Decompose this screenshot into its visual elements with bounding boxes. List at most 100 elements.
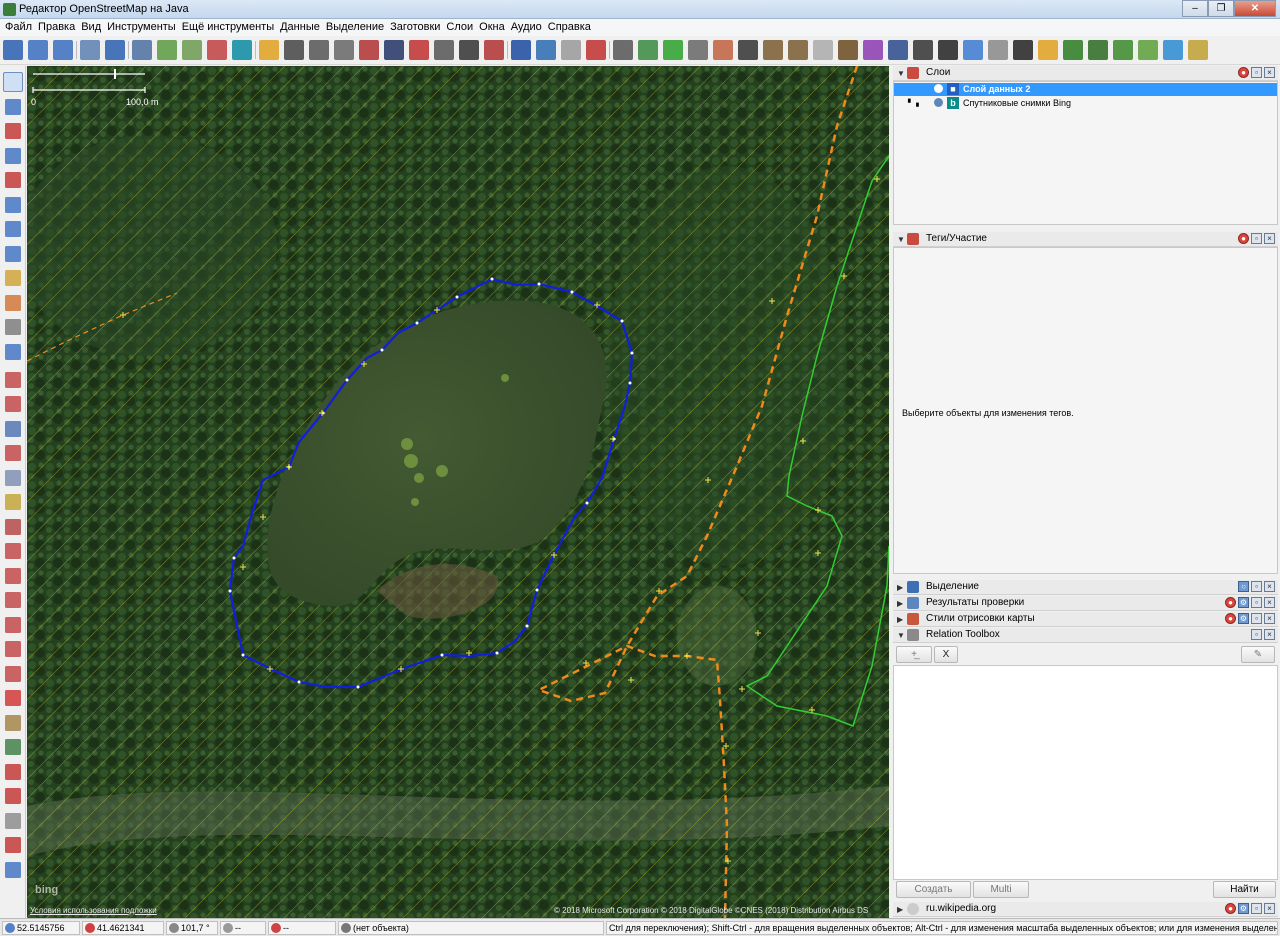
panel-close-icon[interactable]: ● bbox=[1225, 613, 1236, 624]
download-icon[interactable] bbox=[28, 40, 48, 60]
barcode-toggle-icon[interactable] bbox=[5, 837, 21, 853]
relation-toggle-icon[interactable] bbox=[5, 592, 21, 608]
draw-tool-icon[interactable] bbox=[5, 123, 21, 139]
map-canvas[interactable] bbox=[27, 66, 889, 918]
parallel-icon[interactable] bbox=[5, 221, 21, 237]
panel-minimize-icon[interactable]: ▫ bbox=[1251, 233, 1262, 244]
history-toggle-icon[interactable] bbox=[5, 469, 21, 486]
validation-panel-header[interactable]: ▶ Результаты проверки ● ⚙ ▫ × bbox=[893, 596, 1278, 611]
globe-icon[interactable] bbox=[536, 40, 556, 60]
eye-icon[interactable] bbox=[934, 98, 943, 107]
phone-icon[interactable] bbox=[738, 40, 758, 60]
panel-settings-icon[interactable]: ○ bbox=[1238, 581, 1249, 592]
panel-minimize-icon[interactable]: ▫ bbox=[1251, 903, 1262, 914]
select-tool-icon[interactable] bbox=[3, 72, 23, 92]
split-icon[interactable] bbox=[5, 245, 21, 262]
bing-icon[interactable] bbox=[232, 40, 252, 60]
panel-detach-icon[interactable]: × bbox=[1264, 67, 1275, 78]
board-icon[interactable] bbox=[638, 40, 658, 60]
multi-button[interactable]: Multi bbox=[973, 881, 1029, 898]
panel-minimize-icon[interactable]: ▫ bbox=[1251, 629, 1262, 640]
cart-icon[interactable] bbox=[863, 40, 883, 60]
expand-arrow-icon[interactable]: ▶ bbox=[897, 599, 903, 608]
wms-toggle-icon[interactable] bbox=[5, 714, 21, 731]
panel-minimize-icon[interactable]: ▫ bbox=[1251, 581, 1262, 592]
water-icon[interactable] bbox=[1163, 40, 1183, 60]
panel-settings-icon[interactable]: ⚙ bbox=[1238, 903, 1249, 914]
panel-settings-icon[interactable]: ⚙ bbox=[1238, 613, 1249, 624]
person-icon[interactable] bbox=[1013, 40, 1033, 60]
railway-icon[interactable] bbox=[384, 40, 404, 60]
menu-edit[interactable]: Правка bbox=[35, 19, 78, 36]
panel-close-icon[interactable]: ● bbox=[1238, 233, 1249, 244]
circle-icon[interactable] bbox=[561, 40, 581, 60]
pencil-icon[interactable] bbox=[5, 294, 21, 311]
panel-detach-icon[interactable]: × bbox=[1264, 629, 1275, 640]
route-toggle-icon[interactable] bbox=[5, 739, 21, 755]
panel-close-icon[interactable]: ● bbox=[1225, 903, 1236, 914]
panel-detach-icon[interactable]: × bbox=[1264, 597, 1275, 608]
upload-icon[interactable] bbox=[53, 40, 73, 60]
more-tools-icon[interactable] bbox=[5, 343, 21, 360]
menu-audio[interactable]: Аудио bbox=[508, 19, 545, 36]
map-view[interactable]: 0 100,0 m bing Условия использования под… bbox=[27, 66, 889, 918]
lasso-tool-icon[interactable] bbox=[5, 98, 21, 115]
panel-minimize-icon[interactable]: ▫ bbox=[1251, 597, 1262, 608]
forest-icon[interactable] bbox=[1088, 40, 1108, 60]
menu-windows[interactable]: Окна bbox=[476, 19, 508, 36]
menu-presets[interactable]: Заготовки bbox=[387, 19, 443, 36]
panel-close-icon[interactable]: ● bbox=[1238, 67, 1249, 78]
panel-minimize-icon[interactable]: ▫ bbox=[1251, 613, 1262, 624]
sign-icon[interactable] bbox=[963, 40, 983, 60]
panel-detach-icon[interactable]: × bbox=[1264, 613, 1275, 624]
close-button[interactable]: ✕ bbox=[1234, 0, 1276, 17]
wms-icon[interactable] bbox=[157, 40, 177, 60]
menu-tools[interactable]: Инструменты bbox=[104, 19, 179, 36]
clip-icon[interactable] bbox=[988, 40, 1008, 60]
collapse-arrow-icon[interactable]: ▼ bbox=[897, 69, 905, 78]
expand-arrow-icon[interactable]: ▶ bbox=[897, 615, 903, 624]
tags-toggle-icon[interactable] bbox=[5, 396, 21, 412]
tags-panel-header[interactable]: ▼ Теги/Участие ● ▫ × bbox=[893, 232, 1278, 247]
conflict-toggle-icon[interactable] bbox=[5, 543, 21, 559]
style-toggle-icon[interactable] bbox=[5, 616, 21, 633]
zoom-tool-icon[interactable] bbox=[5, 147, 21, 164]
castle-icon[interactable] bbox=[763, 40, 783, 60]
layer-row-bing[interactable]: ▘▗ b Спутниковые снимки Bing bbox=[894, 97, 1277, 110]
plant-icon[interactable] bbox=[1113, 40, 1133, 60]
layer-toggle-icon[interactable] bbox=[5, 371, 21, 388]
expand-arrow-icon[interactable]: ▶ bbox=[897, 905, 903, 914]
preferences-icon[interactable] bbox=[132, 40, 152, 60]
road-icon[interactable] bbox=[284, 40, 304, 60]
fork-icon[interactable] bbox=[838, 40, 858, 60]
panel-detach-icon[interactable]: × bbox=[1264, 903, 1275, 914]
terms-of-use-link[interactable]: Условия использования подложки bbox=[30, 906, 157, 915]
panel-detach-icon[interactable]: × bbox=[1264, 581, 1275, 592]
flag-icon[interactable] bbox=[586, 40, 606, 60]
bowl-icon[interactable] bbox=[688, 40, 708, 60]
menu-layers[interactable]: Слои bbox=[443, 19, 476, 36]
panel-minimize-icon[interactable]: ▫ bbox=[1251, 67, 1262, 78]
panel-close-icon[interactable]: ● bbox=[1225, 597, 1236, 608]
info-icon[interactable] bbox=[511, 40, 531, 60]
box-icon[interactable] bbox=[913, 40, 933, 60]
relation-add-button[interactable]: +̲ bbox=[896, 646, 932, 663]
car-icon[interactable] bbox=[459, 40, 479, 60]
panel-settings-icon[interactable]: ⚙ bbox=[1238, 597, 1249, 608]
shirt-icon[interactable] bbox=[888, 40, 908, 60]
drag-handle-icon[interactable]: ▘▗ bbox=[908, 99, 919, 107]
flowers-icon[interactable] bbox=[713, 40, 733, 60]
improve-way-icon[interactable] bbox=[5, 196, 21, 213]
redo-icon[interactable] bbox=[105, 40, 125, 60]
notes-toggle-icon[interactable] bbox=[5, 494, 21, 510]
building-icon[interactable] bbox=[309, 40, 329, 60]
relation-edit-button[interactable]: ✎ bbox=[1241, 646, 1275, 663]
menu-selection[interactable]: Выделение bbox=[323, 19, 387, 36]
menu-file[interactable]: Файл bbox=[2, 19, 35, 36]
house-icon[interactable] bbox=[813, 40, 833, 60]
menu-data[interactable]: Данные bbox=[277, 19, 323, 36]
bag-icon[interactable] bbox=[1038, 40, 1058, 60]
layer-icon[interactable] bbox=[182, 40, 202, 60]
selection-panel-header[interactable]: ▶ Выделение ○ ▫ × bbox=[893, 580, 1278, 595]
factory-icon[interactable] bbox=[788, 40, 808, 60]
